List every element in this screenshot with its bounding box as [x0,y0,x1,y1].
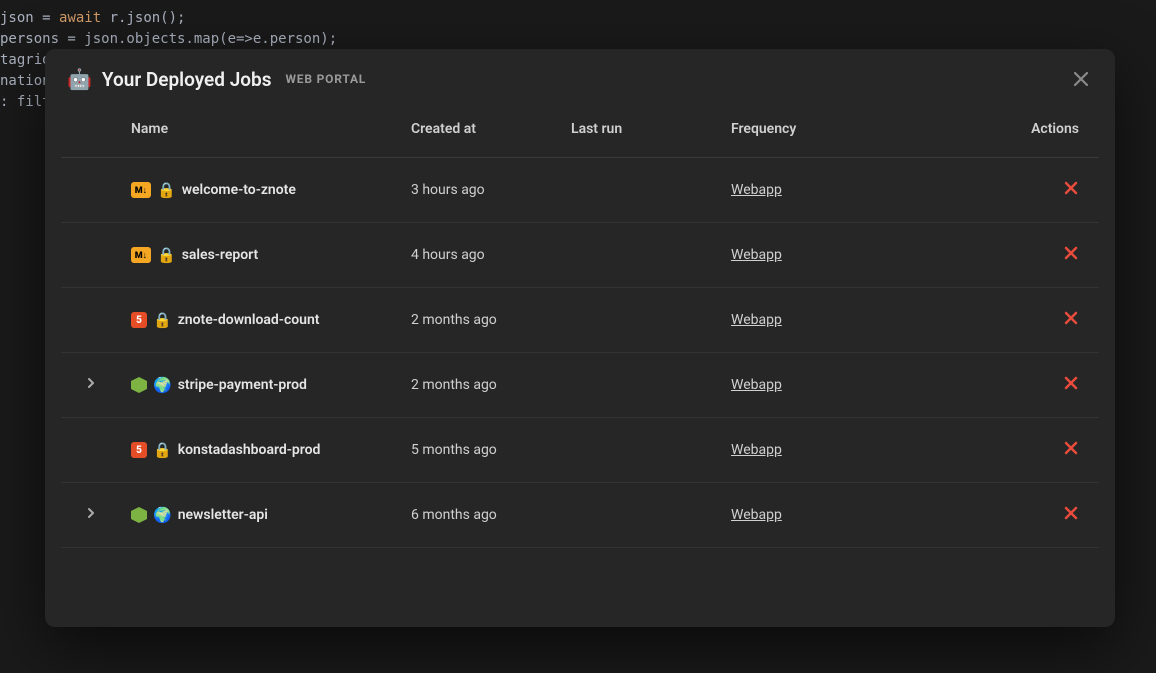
job-name: welcome-to-znote [182,182,296,198]
created-at: 4 hours ago [401,223,561,288]
html5-icon: 5 [131,312,147,328]
frequency-cell: Webapp [721,158,1019,223]
frequency-cell: Webapp [721,353,1019,418]
expand-cell[interactable] [61,353,121,418]
col-name: Name [121,109,401,158]
last-run [561,288,721,353]
table-row: 5 🔒 konstadashboard-prod 5 months ago Webapp [61,418,1099,483]
delete-button[interactable] [1063,180,1079,196]
created-at: 6 months ago [401,483,561,548]
actions-cell [1019,353,1099,418]
last-run [561,353,721,418]
expand-cell [61,223,121,288]
expand-cell[interactable] [61,483,121,548]
deployed-jobs-modal: 🤖 Your Deployed Jobs WEB PORTAL Name Cre… [45,49,1115,627]
delete-button[interactable] [1063,505,1079,521]
frequency-cell: Webapp [721,418,1019,483]
actions-cell [1019,158,1099,223]
last-run [561,158,721,223]
webapp-link[interactable]: Webapp [731,377,782,393]
webapp-link[interactable]: Webapp [731,247,782,263]
last-run [561,418,721,483]
lock-icon: 🔒 [153,441,172,459]
delete-button[interactable] [1063,310,1079,326]
expand-cell [61,418,121,483]
jobs-table: Name Created at Last run Frequency Actio… [61,109,1099,548]
expand-cell [61,288,121,353]
lock-icon: 🔒 [157,181,176,199]
name-cell[interactable]: 🌍 stripe-payment-prod [121,353,401,418]
close-icon [1072,70,1090,88]
name-cell[interactable]: 🌍 newsletter-api [121,483,401,548]
table-row: 5 🔒 znote-download-count 2 months ago Webapp [61,288,1099,353]
job-name: stripe-payment-prod [178,377,307,393]
lock-icon: 🔒 [157,246,176,264]
webapp-link[interactable]: Webapp [731,442,782,458]
col-created: Created at [401,109,561,158]
webapp-link[interactable]: Webapp [731,182,782,198]
expand-cell [61,158,121,223]
created-at: 3 hours ago [401,158,561,223]
job-name: konstadashboard-prod [178,442,321,458]
chevron-right-icon [84,376,98,390]
globe-icon: 🌍 [153,376,172,394]
delete-button[interactable] [1063,245,1079,261]
webapp-link[interactable]: Webapp [731,312,782,328]
name-cell[interactable]: 5 🔒 znote-download-count [121,288,401,353]
name-cell[interactable]: 5 🔒 konstadashboard-prod [121,418,401,483]
delete-button[interactable] [1063,440,1079,456]
lock-icon: 🔒 [153,311,172,329]
table-row: M↓ 🔒 welcome-to-znote 3 hours ago Webapp [61,158,1099,223]
name-cell[interactable]: M↓ 🔒 sales-report [121,223,401,288]
actions-cell [1019,288,1099,353]
html5-icon: 5 [131,442,147,458]
created-at: 5 months ago [401,418,561,483]
robot-icon: 🤖 [67,67,92,91]
globe-icon: 🌍 [153,506,172,524]
actions-cell [1019,483,1099,548]
actions-cell [1019,223,1099,288]
frequency-cell: Webapp [721,288,1019,353]
job-name: sales-report [182,247,259,263]
col-actions: Actions [1019,109,1099,158]
modal-header: 🤖 Your Deployed Jobs WEB PORTAL [45,49,1115,99]
frequency-cell: Webapp [721,483,1019,548]
created-at: 2 months ago [401,288,561,353]
webapp-link[interactable]: Webapp [731,507,782,523]
modal-subtitle: WEB PORTAL [286,72,367,86]
jobs-table-wrap: Name Created at Last run Frequency Actio… [45,99,1115,627]
col-lastrun: Last run [561,109,721,158]
markdown-icon: M↓ [131,182,151,198]
table-row: M↓ 🔒 sales-report 4 hours ago Webapp [61,223,1099,288]
table-row: 🌍 stripe-payment-prod 2 months ago Webapp [61,353,1099,418]
name-cell[interactable]: M↓ 🔒 welcome-to-znote [121,158,401,223]
node-icon [131,377,147,393]
actions-cell [1019,418,1099,483]
col-expand [61,109,121,158]
delete-button[interactable] [1063,375,1079,391]
last-run [561,223,721,288]
markdown-icon: M↓ [131,247,151,263]
chevron-right-icon [84,506,98,520]
job-name: newsletter-api [178,507,268,523]
last-run [561,483,721,548]
col-frequency: Frequency [721,109,1019,158]
table-row: 🌍 newsletter-api 6 months ago Webapp [61,483,1099,548]
created-at: 2 months ago [401,353,561,418]
node-icon [131,507,147,523]
frequency-cell: Webapp [721,223,1019,288]
close-button[interactable] [1069,67,1093,91]
job-name: znote-download-count [178,312,320,328]
modal-title: Your Deployed Jobs [102,68,272,91]
